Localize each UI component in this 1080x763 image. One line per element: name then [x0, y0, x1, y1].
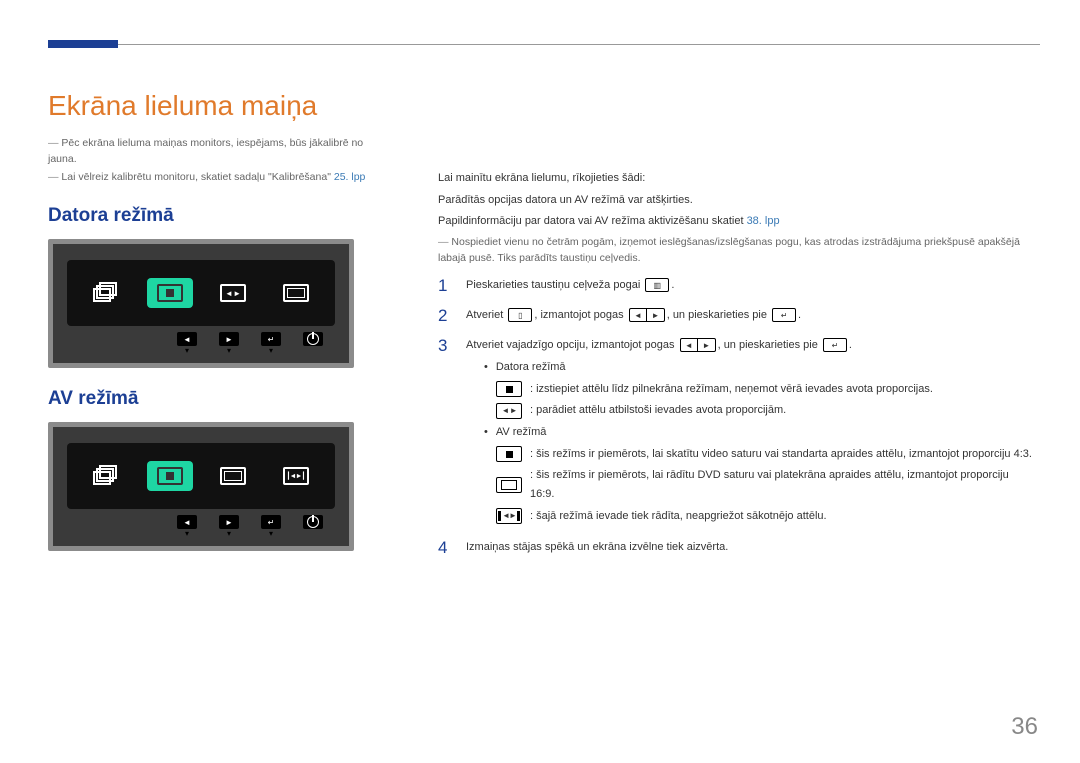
step-body-2: Atveriet ▯, izmantojot pogas ◄►, un pies… — [466, 306, 1032, 325]
av-mode-label: •AV režīmā — [484, 423, 1032, 442]
left-column: Ekrāna lieluma maiņa Pēc ekrāna lieluma … — [48, 90, 378, 568]
link-mode-page[interactable]: 38. lpp — [747, 215, 780, 227]
page-content: Ekrāna lieluma maiņa Pēc ekrāna lieluma … — [0, 0, 1080, 568]
pc-mode-1: : izstiepiet attēlu līdz pilnekrāna režī… — [496, 380, 1032, 399]
step-body-3: Atveriet vajadzīgo opciju, izmantojot po… — [466, 336, 1032, 528]
step-num-2: 2 — [438, 306, 452, 326]
size-cycle-icon — [84, 461, 130, 491]
step-1: 1 Pieskarieties taustiņu ceļveža pogai ▥… — [438, 276, 1032, 296]
step-num-1: 1 — [438, 276, 452, 296]
right-note: Nospiediet vienu no četrām pogām, izņemo… — [438, 235, 1032, 267]
control-enter: ↵▾ — [255, 515, 287, 538]
enter-icon: ↵ — [823, 338, 847, 352]
size-icon: ▯ — [508, 308, 532, 322]
icon-169 — [496, 477, 522, 493]
av-mode-3: ◄►: šajā režīmā ievade tiek rādīta, neap… — [496, 507, 1032, 526]
mode-fill-icon — [147, 278, 193, 308]
right-column: Lai mainītu ekrāna lielumu, rīkojieties … — [438, 90, 1032, 568]
icon-43 — [496, 446, 522, 462]
control-left: ◄▾ — [171, 332, 203, 355]
step-num-4: 4 — [438, 538, 452, 558]
monitor-controls-av: ◄▾ ►▾ ↵▾ — [67, 515, 335, 538]
header-accent — [48, 40, 118, 48]
header-rule — [48, 44, 1040, 45]
av-mode-2: : šis režīms ir piemērots, lai rādītu DV… — [496, 466, 1032, 503]
size-cycle-icon — [84, 278, 130, 308]
intro-p2: Parādītās opcijas datora un AV režīmā va… — [438, 192, 1032, 210]
pc-mode-label: •Datora režīmā — [484, 358, 1032, 377]
pc-mode-2: ◄ ►: parādiet attēlu atbilstoši ievades … — [496, 401, 1032, 420]
mode-native-icon — [273, 278, 319, 308]
osd-strip-pc: ◄ ► — [67, 260, 335, 326]
left-right-icon: ◄► — [629, 308, 665, 322]
step-body-1: Pieskarieties taustiņu ceļveža pogai ▥. — [466, 276, 1032, 295]
step-2: 2 Atveriet ▯, izmantojot pogas ◄►, un pi… — [438, 306, 1032, 326]
mode-scan-icon: ┃◄►┃ — [273, 461, 319, 491]
control-power — [297, 515, 329, 538]
mode-169-icon — [210, 461, 256, 491]
control-enter: ↵▾ — [255, 332, 287, 355]
heading-av-mode: AV režīmā — [48, 388, 378, 410]
icon-fit: ◄ ► — [496, 403, 522, 419]
step-num-3: 3 — [438, 336, 452, 356]
control-right: ►▾ — [213, 515, 245, 538]
control-left: ◄▾ — [171, 515, 203, 538]
step-3: 3 Atveriet vajadzīgo opciju, izmantojot … — [438, 336, 1032, 528]
step-2a: Atveriet — [466, 309, 503, 321]
mode-43-icon — [147, 461, 193, 491]
intro-p3-text: Papildinformāciju par datora vai AV režī… — [438, 215, 747, 227]
mode-fit-icon: ◄ ► — [210, 278, 256, 308]
av-mode-1: : šis režīms ir piemērots, lai skatītu v… — [496, 445, 1032, 464]
left-right-icon: ◄► — [680, 338, 716, 352]
step-3b: , un pieskarieties pie — [718, 339, 818, 351]
step-4: 4 Izmaiņas stājas spēkā un ekrāna izvēln… — [438, 538, 1032, 558]
osd-menu-icon: ▥ — [645, 278, 669, 292]
page-number: 36 — [1011, 713, 1038, 741]
link-calibration-page[interactable]: 25. lpp — [334, 171, 366, 183]
icon-fill — [496, 381, 522, 397]
control-right: ►▾ — [213, 332, 245, 355]
monitor-controls-pc: ◄▾ ►▾ ↵▾ — [67, 332, 335, 355]
step-2c: , un pieskarieties pie — [667, 309, 767, 321]
icon-scan: ◄► — [496, 508, 522, 524]
intro-p3: Papildinformāciju par datora vai AV režī… — [438, 213, 1032, 231]
intro-p1: Lai mainītu ekrāna lielumu, rīkojieties … — [438, 170, 1032, 188]
note-2-text: Lai vēlreiz kalibrētu monitoru, skatiet … — [61, 171, 333, 183]
step-3a: Atveriet vajadzīgo opciju, izmantojot po… — [466, 339, 675, 351]
note-1: Pēc ekrāna lieluma maiņas monitors, iesp… — [48, 136, 378, 168]
note-2: Lai vēlreiz kalibrētu monitoru, skatiet … — [48, 170, 378, 186]
step-1-text: Pieskarieties taustiņu ceļveža pogai — [466, 279, 640, 291]
heading-pc-mode: Datora režīmā — [48, 205, 378, 227]
osd-strip-av: ┃◄►┃ — [67, 443, 335, 509]
page-title: Ekrāna lieluma maiņa — [48, 90, 378, 122]
step-2b: , izmantojot pogas — [534, 309, 623, 321]
monitor-pc: ◄ ► ◄▾ ►▾ ↵▾ — [48, 239, 354, 368]
monitor-av: ┃◄►┃ ◄▾ ►▾ ↵▾ — [48, 422, 354, 551]
control-power — [297, 332, 329, 355]
enter-icon: ↵ — [772, 308, 796, 322]
step-body-4: Izmaiņas stājas spēkā un ekrāna izvēlne … — [466, 538, 1032, 557]
